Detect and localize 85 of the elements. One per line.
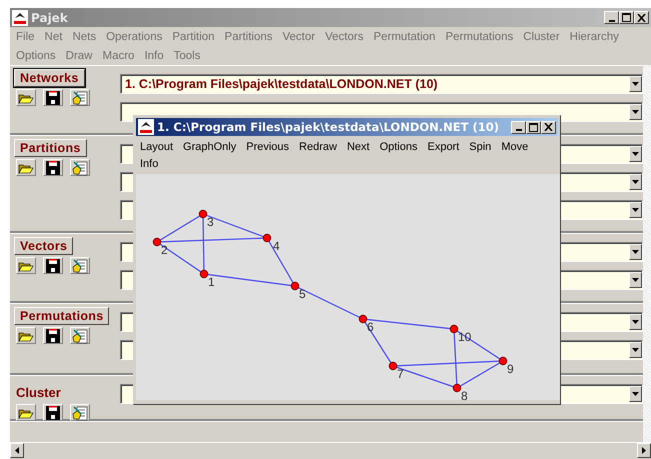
dropdown-field[interactable]: 1. C:\Program Files\pajek\testdata\LONDON.NET (10) — [120, 74, 643, 94]
save-button[interactable] — [43, 327, 63, 344]
node-label: 8 — [461, 389, 468, 400]
left-arrow-icon — [15, 447, 19, 454]
graph-node[interactable] — [450, 324, 458, 334]
app-logo-icon — [12, 10, 28, 26]
node-label: 1 — [208, 275, 215, 289]
section-button[interactable]: Partitions — [14, 139, 87, 157]
menu-item[interactable]: Info — [140, 158, 158, 170]
menu-item[interactable]: Permutation — [373, 30, 436, 42]
window-title: Pajek — [31, 10, 68, 24]
edit-button[interactable] — [70, 327, 90, 344]
close-button[interactable] — [634, 11, 649, 24]
menu-item[interactable]: Nets — [72, 30, 96, 42]
section-label: Cluster — [15, 384, 62, 402]
close-button[interactable] — [541, 120, 556, 134]
menu-item[interactable]: Cluster — [523, 30, 560, 42]
node-label: 6 — [367, 320, 374, 334]
save-button[interactable] — [43, 404, 63, 421]
menu-item[interactable]: Hierarchy — [570, 30, 619, 42]
menu-item[interactable]: Tools — [174, 50, 200, 62]
minimize-button[interactable] — [511, 120, 526, 134]
minimize-button[interactable] — [604, 11, 619, 24]
node-label: 5 — [299, 287, 306, 301]
menu-item[interactable]: Vector — [282, 30, 316, 42]
open-folder-button[interactable] — [16, 257, 36, 274]
menu-item[interactable]: GraphOnly — [183, 140, 236, 152]
node-label: 9 — [507, 362, 514, 376]
save-button[interactable] — [43, 159, 63, 176]
maximize-button[interactable] — [526, 120, 541, 134]
menu-item[interactable]: Partition — [172, 30, 215, 42]
node-label: 4 — [273, 239, 280, 253]
graph-node[interactable] — [452, 384, 462, 392]
scroll-right-button[interactable] — [637, 443, 651, 458]
graph-node[interactable] — [152, 238, 162, 246]
edit-button[interactable] — [70, 404, 90, 421]
menu-item[interactable]: Info — [144, 50, 164, 62]
menu-item[interactable]: Layout — [140, 140, 174, 152]
save-button[interactable] — [43, 89, 63, 106]
save-button[interactable] — [43, 257, 63, 274]
menu-item[interactable]: Macro — [102, 50, 134, 62]
graph-node[interactable] — [498, 356, 508, 366]
open-folder-button[interactable] — [16, 327, 36, 344]
graph-node[interactable] — [198, 210, 208, 218]
menu-item[interactable]: Net — [44, 30, 62, 42]
menu-item[interactable]: Export — [427, 140, 460, 152]
menu-item[interactable]: Permutations — [445, 30, 514, 42]
graph-node[interactable] — [200, 270, 208, 278]
edit-button[interactable] — [70, 257, 90, 274]
vertical-scrollbar[interactable] — [643, 65, 651, 442]
menu-item[interactable]: Options — [16, 50, 56, 62]
graph-node[interactable] — [290, 282, 300, 290]
node-label: 3 — [207, 215, 214, 229]
menu-item[interactable]: Draw — [66, 50, 92, 62]
app-logo-icon — [138, 119, 154, 135]
menu-item[interactable]: Previous — [246, 140, 290, 152]
node-label: 7 — [397, 367, 404, 381]
section-button[interactable]: Vectors — [14, 237, 74, 255]
maximize-button[interactable] — [619, 11, 634, 24]
menu-item[interactable]: File — [16, 30, 35, 42]
open-folder-button[interactable] — [16, 89, 36, 106]
menu-item[interactable]: Operations — [106, 30, 162, 42]
edit-button[interactable] — [70, 159, 90, 176]
menu-item[interactable]: Move — [501, 140, 528, 152]
menu-item[interactable]: Options — [380, 140, 418, 152]
menu-item[interactable]: Next — [346, 140, 370, 152]
graph-node[interactable] — [388, 362, 398, 370]
window-title: 1. C:\Program Files\pajek\testdata\LONDON.NET (10) — [157, 120, 499, 134]
open-folder-button[interactable] — [16, 159, 36, 176]
right-arrow-icon — [642, 447, 646, 454]
scroll-left-button[interactable] — [10, 443, 24, 458]
node-label: 2 — [161, 243, 168, 257]
graph-node[interactable] — [358, 314, 368, 324]
close-icon — [544, 123, 553, 131]
horizontal-scrollbar[interactable] — [10, 442, 651, 459]
section-button[interactable]: Permutations — [14, 307, 110, 325]
close-icon — [637, 14, 646, 22]
menu-item[interactable]: Redraw — [299, 140, 337, 152]
menu-item[interactable]: Vectors — [325, 30, 364, 42]
menu-item[interactable]: Spin — [469, 140, 492, 152]
graph-node[interactable] — [262, 234, 272, 242]
menu-item[interactable]: Partitions — [224, 30, 272, 42]
open-folder-button[interactable] — [16, 404, 36, 421]
edit-button[interactable] — [70, 89, 90, 106]
section-button[interactable]: Networks — [14, 69, 85, 87]
